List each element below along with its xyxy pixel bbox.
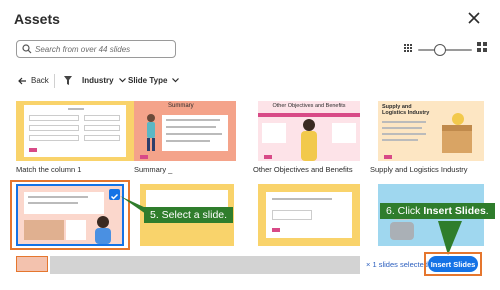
slide-thumbnail-match-the-column[interactable] — [16, 101, 134, 161]
dialog-title: Assets — [14, 11, 60, 27]
filter-bar: Back Industry Slide Type — [0, 72, 500, 92]
package-illustration — [442, 113, 472, 153]
large-grid-icon[interactable] — [477, 42, 487, 52]
slide-type-label: Slide Type — [128, 76, 168, 85]
slide-title: Other Objectives and Benefits — [272, 103, 346, 109]
slide-content — [24, 192, 104, 214]
slide-thumbnail-summary[interactable]: Summary — [134, 101, 236, 161]
step6-bold: Insert Slides — [423, 205, 486, 217]
thumbnail-caption: Match the column 1 — [16, 165, 82, 174]
search-input[interactable] — [35, 42, 173, 56]
chevron-down-icon — [172, 78, 180, 83]
step6-callout: 6. Click Insert Slides. — [380, 203, 495, 219]
slide-type-dropdown[interactable]: Slide Type — [128, 76, 180, 85]
close-icon[interactable] — [466, 10, 482, 26]
back-arrow-icon — [18, 77, 26, 84]
person-illustration — [147, 114, 155, 151]
selection-checkbox[interactable] — [109, 189, 120, 200]
step5-text: 5. Select a slide. — [150, 209, 228, 221]
chevron-down-icon — [118, 78, 126, 83]
slide-title: Summary — [168, 103, 194, 109]
filter-icon[interactable] — [64, 76, 72, 85]
slider-thumb[interactable] — [434, 44, 446, 56]
callout-pointer — [438, 221, 462, 255]
thumbnail-caption: Other Objectives and Benefits — [253, 165, 353, 174]
slide-thumbnail-supply-logistics[interactable]: Supply and Logistics Industry — [378, 101, 484, 161]
dialog-header: Assets — [0, 0, 500, 36]
search-icon — [22, 44, 32, 54]
small-grid-icon[interactable] — [404, 44, 412, 52]
slides-selected-count[interactable]: × 1 slides selected — [366, 260, 428, 269]
slide-thumbnail-selected[interactable] — [16, 184, 124, 246]
filter-divider — [54, 74, 55, 88]
insert-slides-button[interactable]: Insert Slides — [428, 256, 478, 272]
slide-title: Supply and Logistics Industry — [382, 104, 430, 116]
industry-dropdown[interactable]: Industry — [82, 76, 126, 85]
slide-thumbnail[interactable] — [258, 184, 360, 246]
slide-content — [162, 115, 228, 151]
step6-prefix: 6. Click — [386, 205, 424, 217]
thumbnail-caption: Summary _ — [134, 165, 173, 174]
thumbnail-size-slider[interactable] — [418, 43, 472, 57]
industry-label: Industry — [82, 76, 114, 85]
selected-slide-preview — [16, 256, 48, 272]
step5-callout: 5. Select a slide. — [144, 207, 234, 223]
person-illustration — [301, 119, 317, 161]
checkmark-icon — [110, 193, 119, 200]
callout-pointer — [120, 196, 146, 214]
back-label: Back — [31, 76, 49, 85]
selected-slides-tray — [50, 256, 360, 274]
slide-content — [24, 105, 126, 157]
slide-thumbnail-other-objectives[interactable]: Other Objectives and Benefits — [258, 101, 360, 161]
thumbnail-caption: Supply and Logistics Industry — [370, 165, 468, 174]
step6-suffix: . — [485, 205, 489, 217]
search-field[interactable] — [16, 40, 176, 58]
person-illustration — [95, 216, 111, 244]
back-button[interactable]: Back — [18, 76, 49, 85]
